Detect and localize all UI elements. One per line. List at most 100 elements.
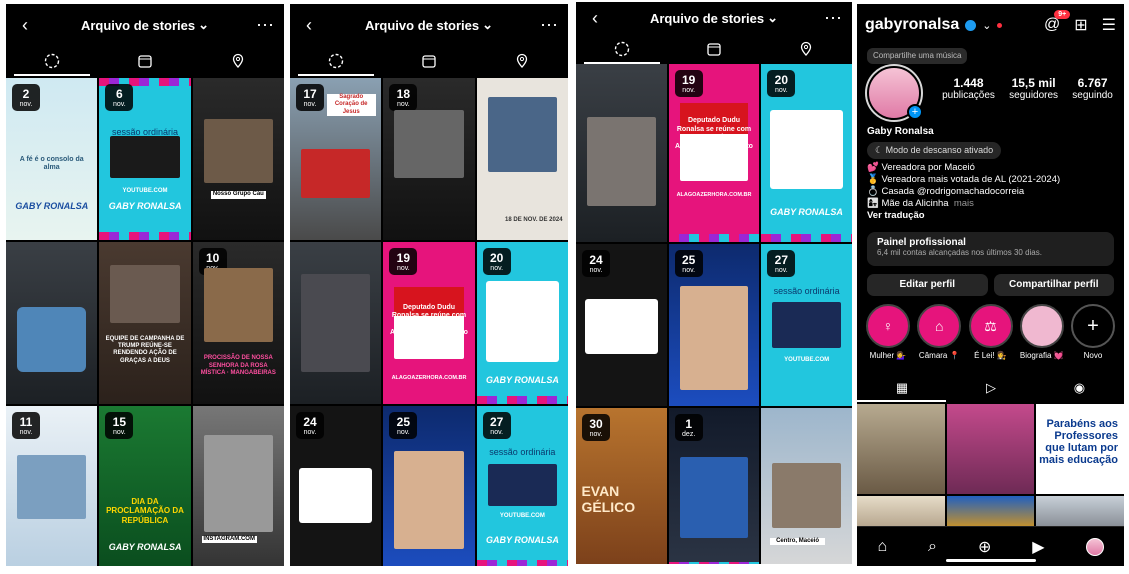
story-thumbnail[interactable]: 27 nov. sessão ordinária YOUTUBE.COM <box>761 244 852 406</box>
story-thumbnail[interactable]: 6 nov. sessão ordinária YOUTUBE.COM GABY … <box>99 78 191 240</box>
story-thumbnail[interactable]: Nosso Grupo Cáu <box>192 78 284 240</box>
story-thumbnail[interactable]: 20 nov. GABY RONALSA <box>476 242 568 404</box>
story-thumbnail[interactable]: 30 nov. EVAN GÉLICO <box>576 408 667 564</box>
post-card <box>299 467 373 523</box>
share-profile-button[interactable]: Compartilhar perfil <box>993 274 1114 296</box>
stat-following[interactable]: 6.767 seguindo <box>1072 76 1113 101</box>
story-link: YOUTUBE.COM <box>499 512 545 519</box>
map-pin-icon <box>232 53 243 68</box>
grid-icon[interactable]: ▦ <box>896 380 908 396</box>
story-thumbnail[interactable]: 27 nov. sessão ordinária YOUTUBE.COM GABY… <box>476 406 568 566</box>
highlight-camara[interactable]: ⌂ Câmara 📍 <box>914 304 964 360</box>
post-thumbnail[interactable] <box>946 404 1035 494</box>
highlight-new[interactable]: + Novo <box>1068 304 1118 360</box>
story-thumbnail[interactable]: 1 dez. <box>668 408 760 564</box>
chevron-down-icon[interactable]: ⌄ <box>982 19 991 32</box>
rest-mode-text: Modo de descanso ativado <box>885 145 994 155</box>
story-thumbnail[interactable]: 20 nov. GABY RONALSA <box>761 64 852 242</box>
menu-icon[interactable]: ☰ <box>1102 15 1116 35</box>
story-thumbnail[interactable]: 24 nov. <box>290 406 382 566</box>
story-thumbnail[interactable]: 24 nov. <box>576 244 667 406</box>
post-thumbnail[interactable] <box>857 404 945 494</box>
post-thumbnail[interactable] <box>857 496 945 526</box>
edit-profile-button[interactable]: Editar perfil <box>867 274 988 296</box>
tab-stories-archive[interactable] <box>576 34 667 64</box>
more-options-icon[interactable]: ⋯ <box>824 8 842 29</box>
reels-icon[interactable]: ▷ <box>986 380 996 396</box>
tab-map[interactable] <box>192 46 284 76</box>
threads-icon[interactable]: @9+ <box>1044 10 1071 34</box>
date-badge: 1 dez. <box>674 414 703 441</box>
story-highlights: ♀ Mulher 💁‍♀️ ⌂ Câmara 📍 ⚖ É Lei! 👩‍⚖️ Biog… <box>863 304 1118 360</box>
home-icon[interactable]: ⌂ <box>877 538 887 556</box>
highlight-mulher[interactable]: ♀ Mulher 💁‍♀️ <box>863 304 913 360</box>
date-month: nov. <box>396 429 410 436</box>
story-photo <box>772 302 842 348</box>
archive-circle-icon <box>614 41 630 57</box>
story-thumbnail[interactable]: 17 nov. Sagrado Coração de Jesus <box>290 78 382 240</box>
story-thumbnail[interactable]: 25 nov. <box>668 244 760 406</box>
stat-label: seguindo <box>1072 90 1113 101</box>
story-thumbnail[interactable]: EQUIPE DE CAMPANHA DE TRUMP REÚNE-SE REN… <box>99 242 191 404</box>
archive-title[interactable]: Arquivo de stories ⌄ <box>365 17 493 33</box>
story-thumbnail[interactable]: 11 nov. <box>6 406 98 566</box>
stat-followers[interactable]: 15,5 mil seguidores <box>1009 76 1058 101</box>
story-photo <box>16 306 87 372</box>
story-thumbnail[interactable] <box>290 242 382 404</box>
reels-nav-icon[interactable]: ▶ <box>1032 537 1044 557</box>
story-thumbnail[interactable]: 18 nov. <box>383 78 475 240</box>
professional-dashboard[interactable]: Painel profissional 6,4 mil contas alcan… <box>867 232 1114 266</box>
story-thumbnail[interactable]: 19 nov. Deputado Dudu Ronalsa se reúne co… <box>668 64 760 242</box>
tab-calendar[interactable] <box>99 46 191 76</box>
story-thumbnail[interactable]: INSTAGRAM.COM <box>192 406 284 566</box>
back-arrow-icon[interactable]: ‹ <box>586 8 604 29</box>
tab-stories-archive[interactable] <box>6 46 98 76</box>
story-thumbnail[interactable]: 10nov. PROCISSÃO DE NOSSA SENHORA DA ROS… <box>192 242 284 404</box>
create-post-icon[interactable]: ⊕ <box>978 537 991 557</box>
tab-stories-archive[interactable] <box>290 46 382 76</box>
back-arrow-icon[interactable]: ‹ <box>16 15 34 36</box>
archive-circle-icon <box>329 53 344 69</box>
more-options-icon[interactable]: ⋯ <box>256 15 274 36</box>
highlight-biografia[interactable]: Biografia 💓 <box>1017 304 1067 360</box>
more-options-icon[interactable]: ⋯ <box>540 15 558 36</box>
stat-posts[interactable]: 1.448 publicações <box>942 76 995 101</box>
date-badge: 27 nov. <box>767 250 796 277</box>
story-thumbnail[interactable]: Centro, Maceió <box>761 408 852 564</box>
highlight-label: Mulher 💁‍♀️ <box>869 351 907 360</box>
create-plus-icon[interactable]: ⊞ <box>1074 15 1087 35</box>
rest-mode-pill[interactable]: ☾ Modo de descanso ativado <box>867 142 1002 159</box>
date-month: nov. <box>490 429 504 436</box>
tab-indicator <box>14 74 90 76</box>
brand-logo: GABY RONALSA <box>486 374 559 385</box>
tab-map[interactable] <box>476 46 568 76</box>
profile-username[interactable]: gabyronalsa <box>865 16 959 34</box>
story-thumbnail[interactable] <box>576 64 667 242</box>
bio-more-link[interactable]: mais <box>954 198 974 209</box>
archive-title[interactable]: Arquivo de stories ⌄ <box>81 17 209 33</box>
add-story-plus-icon[interactable]: + <box>907 104 923 120</box>
tab-calendar[interactable] <box>668 34 759 64</box>
story-thumbnail[interactable]: 2 nov. A fé é o consolo da alma GABY RONA… <box>6 78 98 240</box>
date-month: nov. <box>774 87 788 94</box>
tab-calendar[interactable] <box>383 46 475 76</box>
story-thumbnail[interactable] <box>6 242 98 404</box>
post-thumbnail[interactable] <box>946 496 1035 526</box>
archive-title[interactable]: Arquivo de stories ⌄ <box>650 10 778 26</box>
search-icon[interactable]: ⌕ <box>928 538 937 556</box>
story-thumbnail[interactable]: 19 nov. Deputado Dudu Ronalsa se reúne co… <box>383 242 475 404</box>
news-link: ALAGOAZERHORA.COM.BR <box>676 192 752 199</box>
share-music-tooltip[interactable]: Compartilhe uma música <box>867 48 968 64</box>
post-thumbnail[interactable]: Parabéns aos Professores que lutam por m… <box>1036 404 1124 494</box>
archive-header: ‹ Arquivo de stories ⌄ ⋯ <box>290 4 568 46</box>
profile-nav-avatar[interactable] <box>1085 537 1104 556</box>
tab-map[interactable] <box>760 34 851 64</box>
story-thumbnail[interactable]: 18 DE NOV. DE 2024 <box>476 78 568 240</box>
tagged-icon[interactable]: ◉ <box>1074 380 1085 396</box>
story-thumbnail[interactable]: 25 nov. <box>383 406 475 566</box>
highlight-e-lei[interactable]: ⚖ É Lei! 👩‍⚖️ <box>966 304 1016 360</box>
post-thumbnail[interactable] <box>1036 496 1124 526</box>
story-thumbnail[interactable]: 15 nov. DIA DA PROCLAMAÇÃO DA REPÚBLICA G… <box>99 406 191 566</box>
back-arrow-icon[interactable]: ‹ <box>300 15 318 36</box>
see-translation-link[interactable]: Ver tradução <box>867 210 1117 222</box>
